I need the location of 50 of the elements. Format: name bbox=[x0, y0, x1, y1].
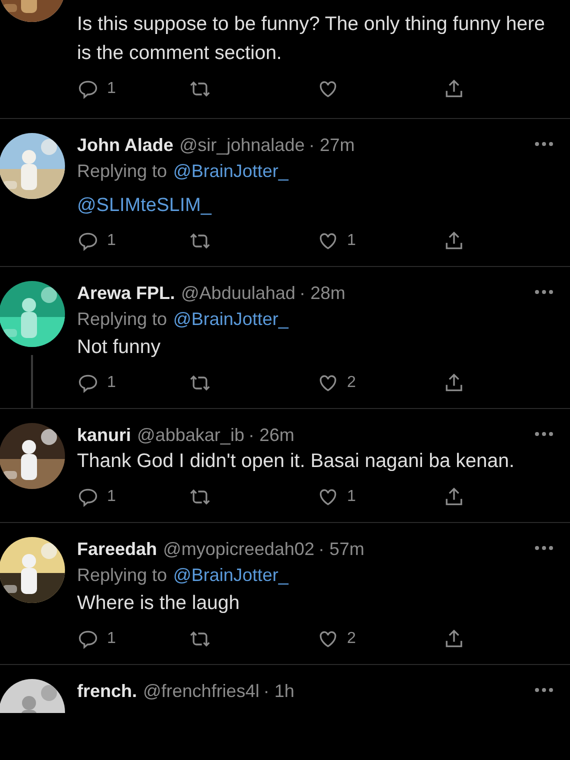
like-count: 1 bbox=[347, 487, 356, 507]
more-icon[interactable] bbox=[534, 289, 554, 295]
reply-count: 1 bbox=[107, 487, 116, 507]
like-count: 2 bbox=[347, 373, 356, 393]
replying-label: Replying to bbox=[77, 308, 168, 331]
share-icon[interactable] bbox=[443, 372, 465, 394]
author-handle[interactable]: @frenchfries4l bbox=[143, 679, 260, 703]
like-count: 1 bbox=[347, 231, 356, 251]
reply-icon[interactable] bbox=[77, 486, 99, 508]
share-icon[interactable] bbox=[443, 78, 465, 100]
post-time: · 57m bbox=[318, 538, 364, 561]
author-handle[interactable]: @myopicreedah02 bbox=[163, 537, 314, 561]
reply-text: Where is the laugh bbox=[77, 591, 241, 616]
more-icon[interactable] bbox=[534, 545, 554, 551]
more-icon[interactable] bbox=[534, 431, 554, 437]
reply-count: 1 bbox=[107, 373, 116, 393]
reply-icon[interactable] bbox=[77, 78, 99, 100]
replying-label: Replying to bbox=[77, 564, 168, 587]
author-name[interactable]: french. bbox=[77, 679, 138, 703]
reply-count: 1 bbox=[107, 629, 116, 649]
post-time: · 26m bbox=[248, 424, 294, 447]
post-time: · 28m bbox=[299, 282, 346, 305]
reply-text: Not funny bbox=[77, 335, 162, 360]
share-icon[interactable] bbox=[443, 628, 465, 650]
reply-count: 1 bbox=[107, 231, 116, 251]
mention-link[interactable]: @BrainJotter_ bbox=[173, 561, 288, 589]
mention-link[interactable]: @SLIMteSLIM_ bbox=[77, 191, 212, 220]
more-icon[interactable] bbox=[534, 687, 554, 693]
post-time: · 27m bbox=[308, 134, 355, 157]
share-icon[interactable] bbox=[443, 230, 465, 252]
author-name[interactable]: kanuri bbox=[77, 423, 132, 447]
post-time: · 1h bbox=[263, 680, 294, 703]
author-name[interactable]: John Alade bbox=[77, 133, 174, 157]
mention-link[interactable]: @BrainJotter_ bbox=[173, 157, 288, 185]
reply-text: Is this suppose to be funny? The only thing funny here is the comment section. bbox=[77, 12, 546, 66]
author-name[interactable]: Arewa FPL. bbox=[77, 281, 176, 305]
reply-icon[interactable] bbox=[77, 230, 99, 252]
share-icon[interactable] bbox=[443, 486, 465, 508]
reply-count: 1 bbox=[107, 79, 116, 99]
replying-label: Replying to bbox=[77, 160, 168, 183]
author-handle[interactable]: @sir_johnalade bbox=[179, 133, 305, 157]
mention-link[interactable]: @BrainJotter_ bbox=[173, 305, 288, 333]
like-count: 2 bbox=[347, 629, 356, 649]
reply-icon[interactable] bbox=[77, 628, 99, 650]
author-handle[interactable]: @Abduulahad bbox=[181, 281, 296, 305]
reply-text: Thank God I didn't open it. Basai nagani ba kenan. bbox=[77, 449, 516, 474]
author-name[interactable]: Fareedah bbox=[77, 537, 158, 561]
author-handle[interactable]: @abbakar_ib bbox=[137, 423, 244, 447]
more-icon[interactable] bbox=[534, 141, 554, 147]
reply-icon[interactable] bbox=[77, 372, 99, 394]
